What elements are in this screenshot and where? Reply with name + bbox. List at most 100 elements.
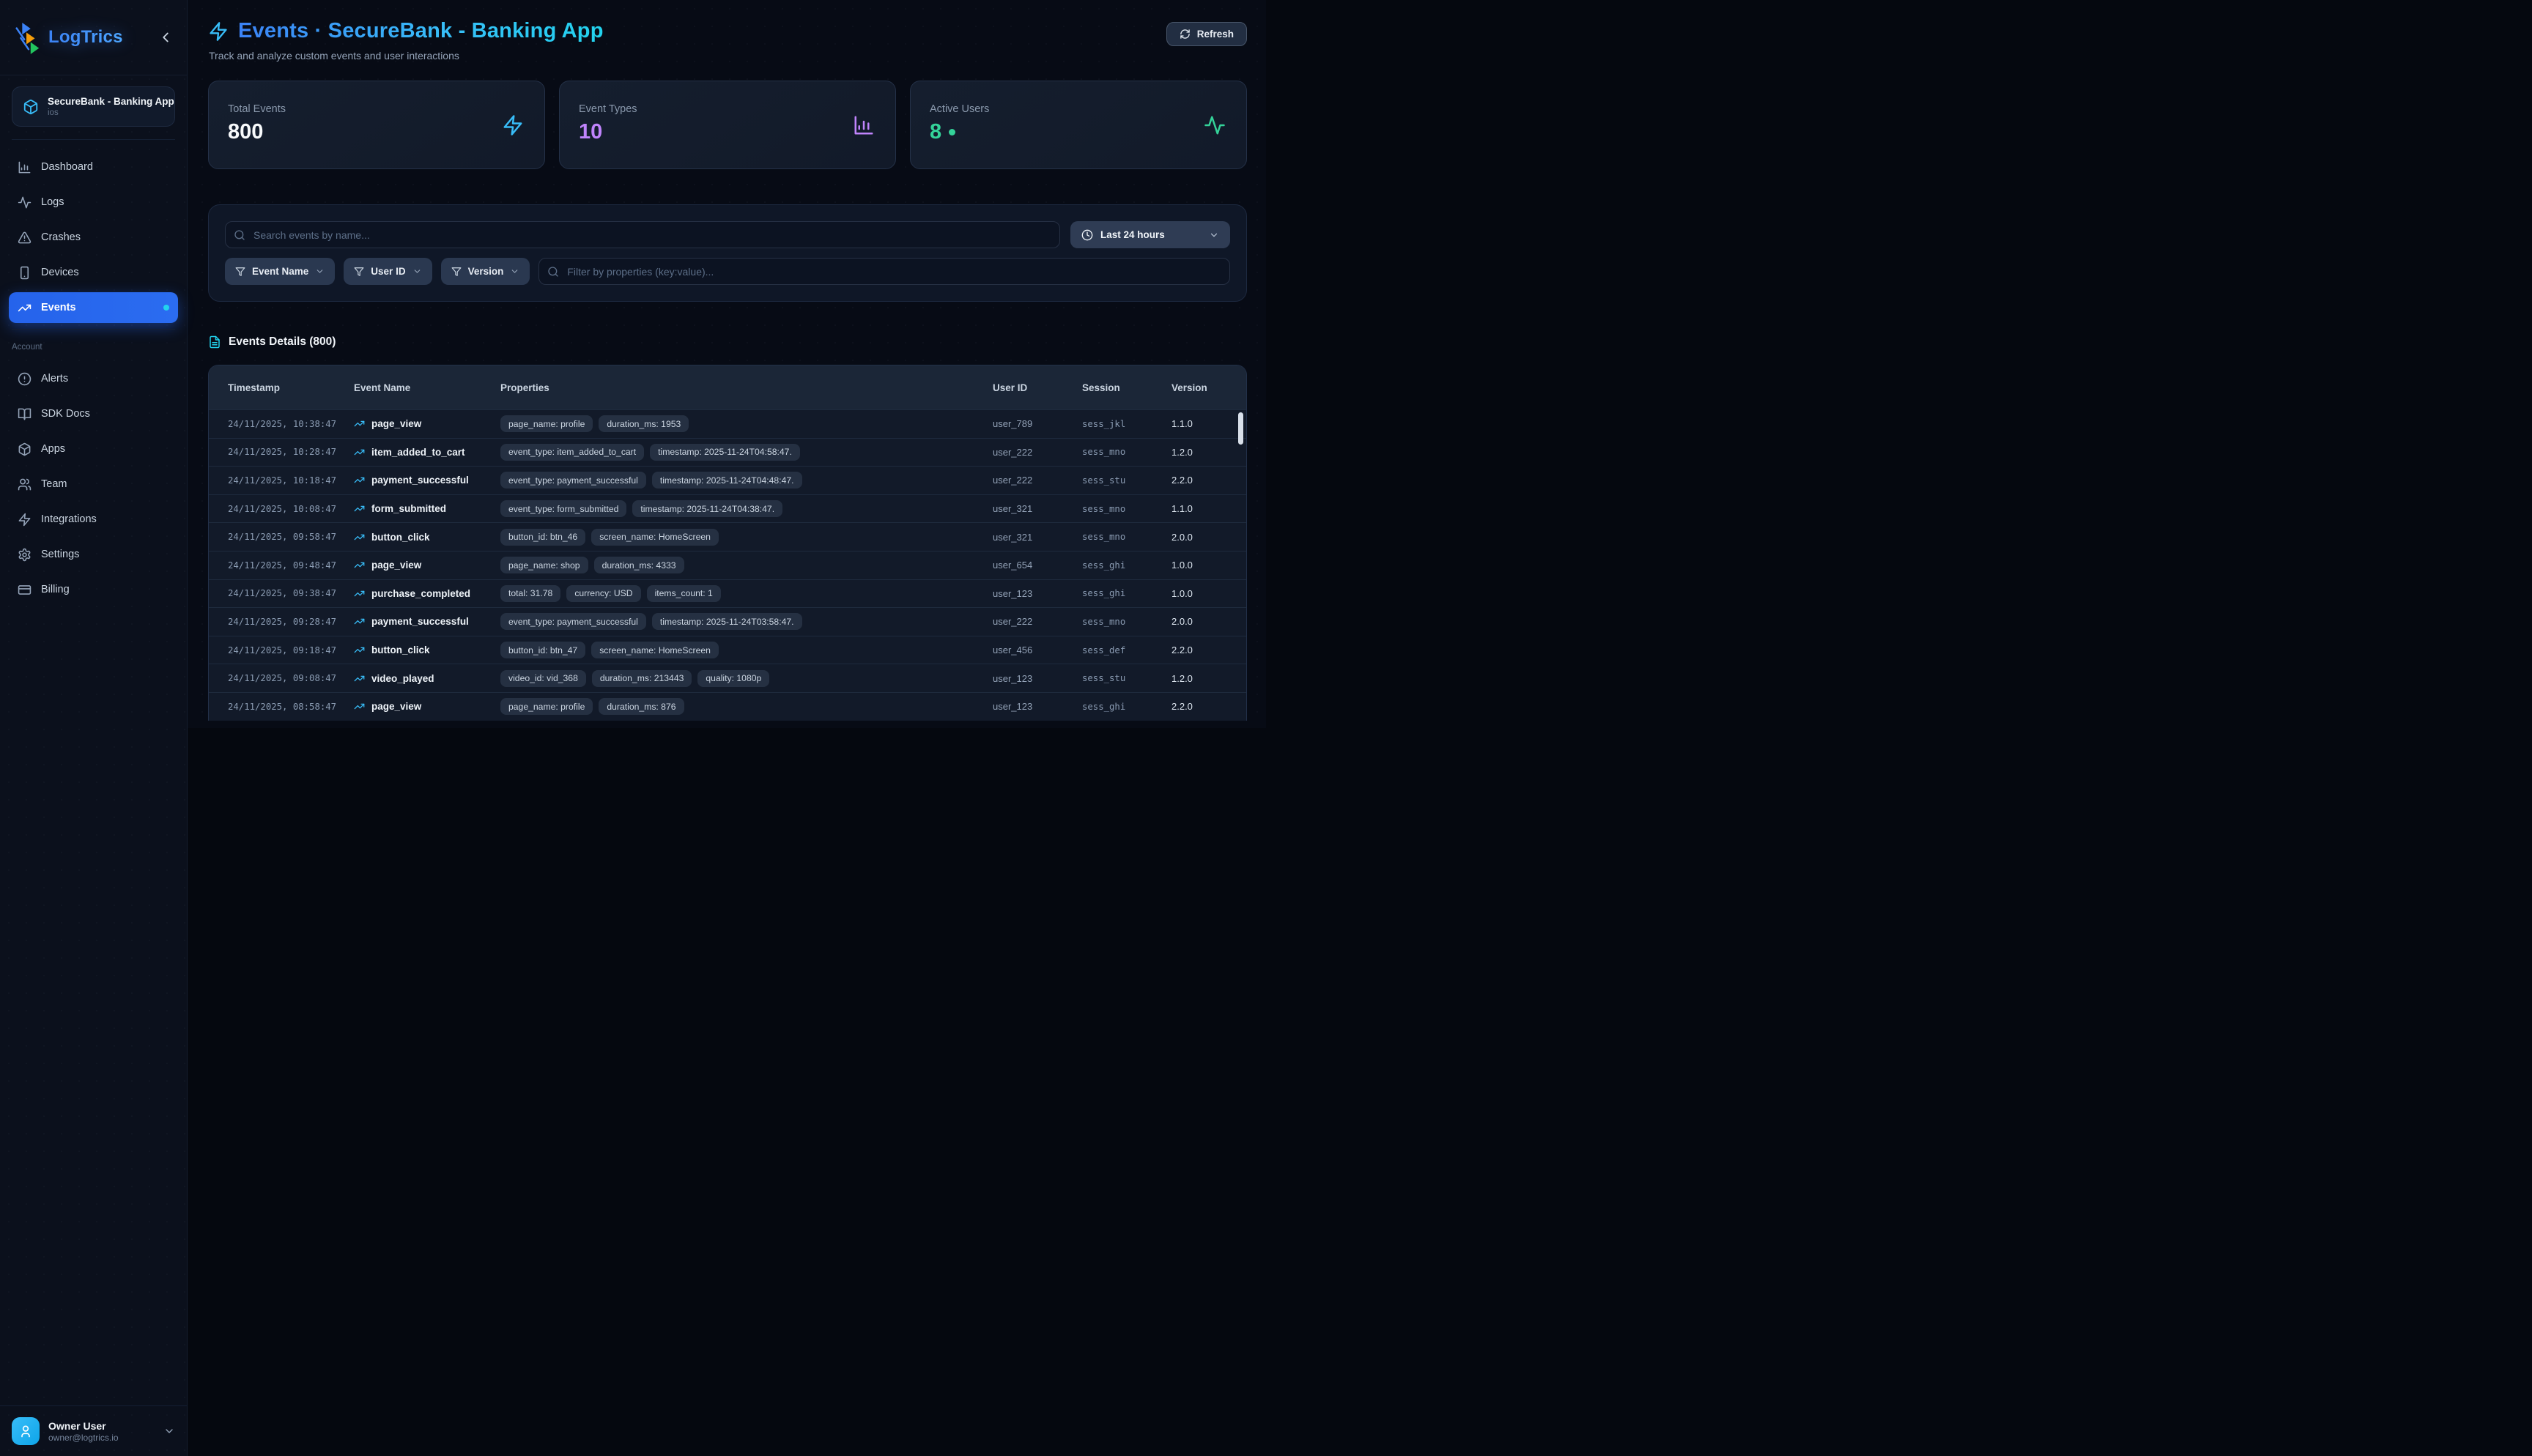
table-body: 24/11/2025, 10:38:47page_view page_name: …: [209, 409, 1246, 721]
trending-up-icon: [354, 588, 365, 599]
page-header: Events · SecureBank - Banking App Track …: [208, 19, 1247, 62]
sidebar-item-apps[interactable]: Apps: [9, 434, 178, 464]
sidebar-item-billing[interactable]: Billing: [9, 574, 178, 605]
sidebar-item-label: Devices: [41, 267, 79, 278]
property-chip: button_id: btn_46: [500, 529, 585, 546]
table-row[interactable]: 24/11/2025, 09:28:47payment_successfulev…: [209, 607, 1246, 636]
cell-user-id: user_123: [993, 673, 1082, 684]
table-row[interactable]: 24/11/2025, 10:08:47form_submittedevent_…: [209, 494, 1246, 523]
filter-dropdown-user-id[interactable]: User ID: [344, 258, 432, 285]
sidebar-item-events[interactable]: Events: [9, 292, 178, 323]
sidebar-item-team[interactable]: Team: [9, 469, 178, 499]
cell-session: sess_mno: [1082, 447, 1171, 457]
cell-event-name: payment_successful: [354, 475, 500, 486]
sidebar-item-logs[interactable]: Logs: [9, 187, 178, 218]
users-icon: [18, 478, 32, 491]
table-row[interactable]: 24/11/2025, 09:08:47video_playedvideo_id…: [209, 664, 1246, 692]
property-chip: timestamp: 2025-11-24T03:58:47.: [652, 613, 802, 630]
search-input[interactable]: [225, 221, 1060, 248]
cell-event-name: purchase_completed: [354, 588, 500, 599]
cell-version: 2.2.0: [1171, 645, 1236, 655]
activity-icon: [1204, 114, 1226, 136]
search-icon: [547, 266, 559, 278]
sidebar-collapse-icon[interactable]: [158, 29, 174, 45]
bar-chart-icon: [18, 160, 32, 174]
cell-timestamp: 24/11/2025, 09:48:47: [228, 560, 354, 571]
table-row[interactable]: 24/11/2025, 09:38:47purchase_completedto…: [209, 579, 1246, 608]
filter-dropdown-version[interactable]: Version: [441, 258, 530, 285]
property-chip: screen_name: HomeScreen: [591, 642, 719, 658]
trending-up-icon: [354, 560, 365, 571]
chevron-down-icon: [510, 267, 519, 276]
sidebar-item-crashes[interactable]: Crashes: [9, 222, 178, 253]
sidebar-item-settings[interactable]: Settings: [9, 539, 178, 570]
cell-session: sess_jkl: [1082, 419, 1171, 429]
filter-dropdown-event-name[interactable]: Event Name: [225, 258, 335, 285]
project-selector[interactable]: SecureBank - Banking App ios: [12, 86, 175, 127]
cell-event-name: page_view: [354, 418, 500, 429]
chevron-down-icon[interactable]: [163, 1425, 175, 1437]
table-row[interactable]: 24/11/2025, 10:28:47item_added_to_cartev…: [209, 438, 1246, 467]
properties-filter-input[interactable]: [538, 258, 1230, 285]
cell-session: sess_ghi: [1082, 702, 1171, 712]
cell-properties: page_name: shopduration_ms: 4333: [500, 557, 993, 573]
funnel-icon: [235, 267, 245, 277]
trending-up-icon: [354, 532, 365, 543]
credit-card-icon: [18, 583, 32, 597]
property-chip: items_count: 1: [647, 585, 721, 602]
cell-event-name: button_click: [354, 532, 500, 543]
sidebar-item-dashboard[interactable]: Dashboard: [9, 152, 178, 182]
cell-timestamp: 24/11/2025, 10:38:47: [228, 419, 354, 429]
column-header-user-id: User ID: [993, 382, 1082, 393]
table-row[interactable]: 24/11/2025, 09:18:47button_clickbutton_i…: [209, 636, 1246, 664]
filter-panel: Last 24 hours Event Name User ID Version: [208, 204, 1247, 302]
column-header-event-name: Event Name: [354, 382, 500, 393]
project-name: SecureBank - Banking App: [48, 96, 174, 107]
funnel-icon: [451, 267, 462, 277]
user-menu[interactable]: Owner User owner@logtrics.io: [0, 1405, 187, 1456]
sidebar-item-label: Billing: [41, 584, 70, 595]
property-chip: screen_name: HomeScreen: [591, 529, 719, 546]
cell-event-name: button_click: [354, 645, 500, 655]
time-range-select[interactable]: Last 24 hours: [1070, 221, 1230, 248]
clock-icon: [1081, 229, 1093, 241]
cell-user-id: user_222: [993, 475, 1082, 486]
user-name: Owner User: [48, 1420, 119, 1432]
user-email: owner@logtrics.io: [48, 1433, 119, 1443]
zap-icon: [502, 114, 524, 136]
column-header-properties: Properties: [500, 382, 993, 393]
bar-chart-icon: [853, 114, 875, 136]
table-row[interactable]: 24/11/2025, 08:58:47page_viewpage_name: …: [209, 692, 1246, 721]
stat-card-active-users: Active Users8: [910, 81, 1247, 169]
active-indicator-dot: [163, 305, 169, 311]
property-chip: currency: USD: [566, 585, 640, 602]
table-row[interactable]: 24/11/2025, 10:18:47payment_successfulev…: [209, 466, 1246, 494]
app-title: LogTrics: [48, 27, 123, 48]
cell-properties: event_type: item_added_to_carttimestamp:…: [500, 444, 993, 461]
table-scrollbar[interactable]: [1238, 412, 1243, 445]
stats-row: Total Events800Event Types10Active Users…: [208, 81, 1247, 169]
sidebar-item-alerts[interactable]: Alerts: [9, 363, 178, 394]
cell-session: sess_stu: [1082, 673, 1171, 683]
alert-circle-icon: [18, 372, 32, 386]
cell-user-id: user_789: [993, 418, 1082, 429]
sidebar-item-label: Integrations: [41, 513, 97, 525]
app-logo[interactable]: LogTrics: [12, 21, 158, 54]
cell-timestamp: 24/11/2025, 09:08:47: [228, 673, 354, 683]
sidebar-item-sdk-docs[interactable]: SDK Docs: [9, 398, 178, 429]
main-nav: Dashboard Logs Crashes Devices Events: [0, 146, 187, 327]
sidebar-item-label: Alerts: [41, 373, 68, 385]
refresh-button[interactable]: Refresh: [1166, 22, 1247, 46]
cell-user-id: user_321: [993, 503, 1082, 514]
page-title: Events · SecureBank - Banking App: [238, 19, 604, 43]
table-row[interactable]: 24/11/2025, 09:48:47page_viewpage_name: …: [209, 551, 1246, 579]
sidebar-item-devices[interactable]: Devices: [9, 257, 178, 288]
sidebar-item-integrations[interactable]: Integrations: [9, 504, 178, 535]
cell-version: 1.0.0: [1171, 560, 1236, 571]
stat-label: Total Events: [228, 103, 525, 115]
property-chip: event_type: form_submitted: [500, 500, 626, 517]
cell-version: 2.2.0: [1171, 475, 1236, 486]
table-row[interactable]: 24/11/2025, 10:38:47page_viewpage_name: …: [209, 409, 1246, 438]
tablet-icon: [18, 266, 32, 280]
table-row[interactable]: 24/11/2025, 09:58:47button_clickbutton_i…: [209, 522, 1246, 551]
